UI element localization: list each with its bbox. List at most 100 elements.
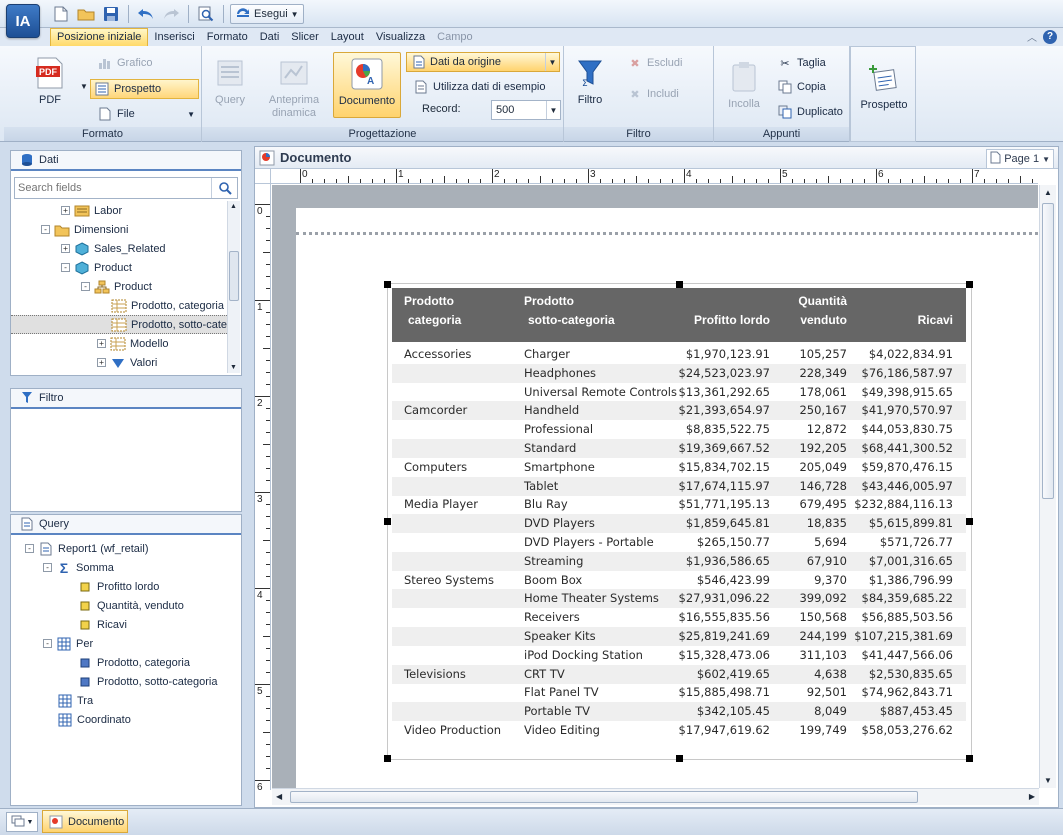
expand-icon[interactable]: + bbox=[97, 339, 106, 348]
help-icon[interactable]: ? bbox=[1043, 29, 1057, 44]
resize-handle[interactable] bbox=[676, 755, 683, 762]
query-item-product-subcategory[interactable]: Prodotto, sotto-categoria bbox=[77, 672, 217, 691]
tab-format[interactable]: Formato bbox=[201, 28, 254, 46]
search-input[interactable] bbox=[15, 178, 205, 198]
cell-revenue[interactable]: $59,870,476.15 bbox=[862, 458, 953, 477]
cell-subcategory[interactable]: Standard bbox=[524, 439, 576, 458]
cell-gross-profit[interactable]: $13,361,292.65 bbox=[679, 383, 770, 402]
cell-subcategory[interactable]: iPod Docking Station bbox=[524, 646, 643, 665]
header-category-line1[interactable]: Prodotto bbox=[404, 292, 454, 311]
cell-quantity-sold[interactable]: 92,501 bbox=[807, 683, 847, 702]
cell-quantity-sold[interactable]: 679,495 bbox=[799, 495, 847, 514]
tree-item-product-hierarchy[interactable]: - Product bbox=[81, 277, 152, 296]
tree-item-sales-related[interactable]: + Sales_Related bbox=[61, 239, 166, 258]
cell-gross-profit[interactable]: $265,150.77 bbox=[697, 533, 770, 552]
cell-revenue[interactable]: $49,398,915.65 bbox=[862, 383, 953, 402]
cell-quantity-sold[interactable]: 205,049 bbox=[799, 458, 847, 477]
app-logo[interactable]: IA bbox=[6, 4, 40, 38]
cell-revenue[interactable]: $232,884,116.13 bbox=[854, 495, 953, 514]
cell-subcategory[interactable]: Headphones bbox=[524, 364, 596, 383]
data-tree-scrollbar[interactable]: ▲ ▼ bbox=[227, 201, 240, 373]
cell-gross-profit[interactable]: $19,369,667.52 bbox=[679, 439, 770, 458]
cell-category[interactable]: Stereo Systems bbox=[404, 571, 494, 590]
query-item-gross-profit[interactable]: Profitto lordo bbox=[77, 577, 159, 596]
cell-revenue[interactable]: $887,453.45 bbox=[880, 702, 953, 721]
cell-revenue[interactable]: $84,359,685.22 bbox=[862, 589, 953, 608]
cell-gross-profit[interactable]: $546,423.99 bbox=[697, 571, 770, 590]
cell-revenue[interactable]: $7,001,316.65 bbox=[869, 552, 953, 571]
resize-handle[interactable] bbox=[384, 755, 391, 762]
cell-revenue[interactable]: $1,386,796.99 bbox=[869, 571, 953, 590]
cell-subcategory[interactable]: Charger bbox=[524, 345, 570, 364]
cell-revenue[interactable]: $68,441,300.52 bbox=[862, 439, 953, 458]
cell-subcategory[interactable]: Tablet bbox=[524, 477, 558, 496]
tree-item-product-category[interactable]: Prodotto, categoria bbox=[111, 296, 224, 315]
page-selector[interactable]: Page 1 ▼ bbox=[986, 149, 1054, 169]
collapse-icon[interactable]: - bbox=[43, 639, 52, 648]
cell-subcategory[interactable]: DVD Players bbox=[524, 514, 595, 533]
new-report-button[interactable]: Prospetto bbox=[857, 61, 911, 111]
query-item-report[interactable]: - Report1 (wf_retail) bbox=[25, 539, 148, 558]
tab-view[interactable]: Visualizza bbox=[370, 28, 431, 46]
cell-subcategory[interactable]: Receivers bbox=[524, 608, 580, 627]
redo-icon[interactable] bbox=[160, 4, 182, 24]
undo-icon[interactable] bbox=[135, 4, 157, 24]
tree-item-product-subcategory[interactable]: Prodotto, sotto-categoria bbox=[11, 315, 227, 334]
cell-revenue[interactable]: $41,447,566.06 bbox=[862, 646, 953, 665]
cell-gross-profit[interactable]: $1,859,645.81 bbox=[686, 514, 770, 533]
cell-quantity-sold[interactable]: 178,061 bbox=[799, 383, 847, 402]
scrollbar-thumb[interactable] bbox=[1042, 203, 1054, 499]
scroll-up-icon[interactable]: ▲ bbox=[230, 203, 237, 210]
collapse-icon[interactable]: - bbox=[61, 263, 70, 272]
query-item-across[interactable]: Tra bbox=[57, 691, 93, 710]
preview-icon[interactable] bbox=[195, 4, 217, 24]
cell-subcategory[interactable]: Handheld bbox=[524, 401, 579, 420]
cell-gross-profit[interactable]: $24,523,023.97 bbox=[679, 364, 770, 383]
collapse-icon[interactable]: - bbox=[41, 225, 50, 234]
tree-item-values[interactable]: + Valori bbox=[97, 353, 157, 372]
cell-revenue[interactable]: $41,970,570.97 bbox=[862, 401, 953, 420]
cell-category[interactable]: Camcorder bbox=[404, 401, 467, 420]
cell-gross-profit[interactable]: $15,885,498.71 bbox=[679, 683, 770, 702]
document-vertical-scrollbar[interactable]: ▲ ▼ bbox=[1039, 185, 1056, 788]
cell-quantity-sold[interactable]: 12,872 bbox=[807, 420, 847, 439]
cell-subcategory[interactable]: Flat Panel TV bbox=[524, 683, 599, 702]
cell-quantity-sold[interactable]: 192,205 bbox=[799, 439, 847, 458]
collapse-icon[interactable]: - bbox=[43, 563, 52, 572]
expand-icon[interactable]: + bbox=[61, 206, 70, 215]
cell-subcategory[interactable]: DVD Players - Portable bbox=[524, 533, 654, 552]
cell-subcategory[interactable]: Home Theater Systems bbox=[524, 589, 659, 608]
cell-revenue[interactable]: $4,022,834.91 bbox=[869, 345, 953, 364]
cell-revenue[interactable]: $5,615,899.81 bbox=[869, 514, 953, 533]
header-subcategory-line1[interactable]: Prodotto bbox=[524, 292, 574, 311]
header-quantity-line2[interactable]: venduto bbox=[800, 311, 847, 330]
cell-subcategory[interactable]: Smartphone bbox=[524, 458, 595, 477]
tab-home[interactable]: Posizione iniziale bbox=[50, 28, 149, 46]
data-source-dropdown[interactable]: Dati da origine ▼ bbox=[406, 52, 560, 72]
report-table[interactable]: Prodotto categoria Prodotto sotto-catego… bbox=[392, 288, 966, 755]
scrollbar-thumb[interactable] bbox=[229, 251, 239, 301]
scrollbar-thumb[interactable] bbox=[290, 791, 918, 803]
cut-button[interactable]: ✂ Taglia bbox=[774, 53, 829, 73]
scroll-up-icon[interactable]: ▲ bbox=[1044, 188, 1052, 197]
filter-button[interactable]: Σ Filtro bbox=[572, 56, 608, 106]
cell-revenue[interactable]: $74,962,843.71 bbox=[862, 683, 953, 702]
header-quantity-line1[interactable]: Quantità bbox=[798, 292, 847, 311]
cell-quantity-sold[interactable]: 18,835 bbox=[807, 514, 847, 533]
cell-subcategory[interactable]: Video Editing bbox=[524, 721, 600, 740]
report-format-button[interactable]: Prospetto bbox=[90, 79, 199, 99]
resize-handle[interactable] bbox=[966, 518, 973, 525]
cell-quantity-sold[interactable]: 250,167 bbox=[799, 401, 847, 420]
tab-slicer[interactable]: Slicer bbox=[285, 28, 325, 46]
query-item-by[interactable]: - Per bbox=[43, 634, 93, 653]
cell-revenue[interactable]: $571,726.77 bbox=[880, 533, 953, 552]
cell-quantity-sold[interactable]: 199,749 bbox=[799, 721, 847, 740]
query-item-sum[interactable]: - Σ Somma bbox=[43, 558, 114, 577]
collapse-icon[interactable]: - bbox=[25, 544, 34, 553]
cell-subcategory[interactable]: Professional bbox=[524, 420, 593, 439]
cell-quantity-sold[interactable]: 67,910 bbox=[807, 552, 847, 571]
search-icon[interactable] bbox=[211, 178, 237, 198]
cell-gross-profit[interactable]: $342,105.45 bbox=[697, 702, 770, 721]
scroll-down-icon[interactable]: ▼ bbox=[1044, 776, 1052, 785]
cell-gross-profit[interactable]: $51,771,195.13 bbox=[679, 495, 770, 514]
